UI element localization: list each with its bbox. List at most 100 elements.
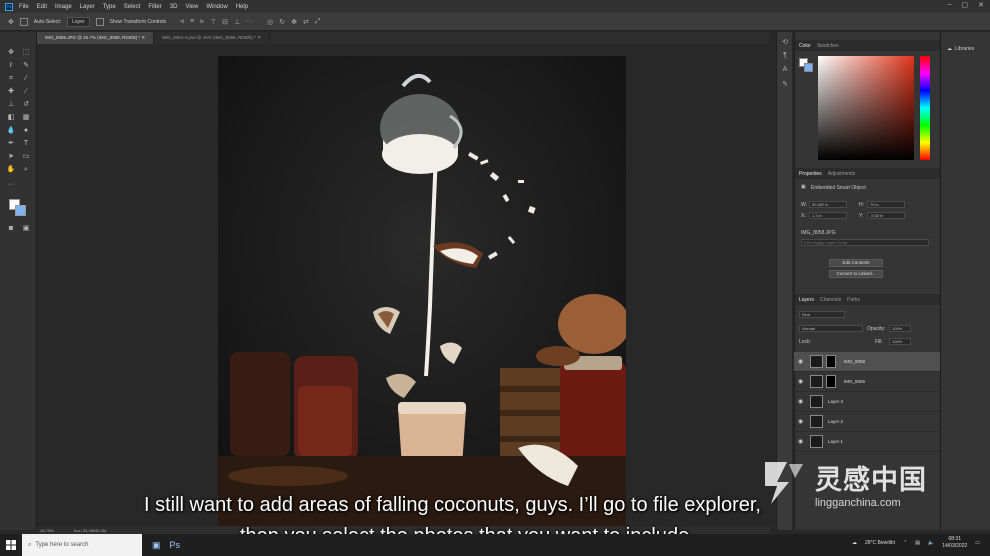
zoom-level[interactable]: 16.79%: [40, 528, 54, 533]
align-bottom-icon[interactable]: ⊥: [234, 18, 240, 26]
crop-icon[interactable]: ⌗: [5, 74, 17, 84]
eye-icon[interactable]: ◉: [798, 358, 803, 365]
layer-row[interactable]: ◉ IMG_8058: [794, 352, 940, 372]
photoshop-taskbar-icon[interactable]: Ps: [170, 540, 181, 551]
tab-swatches[interactable]: Swatches: [817, 43, 839, 49]
opacity-field[interactable]: 100%: [889, 325, 911, 332]
eyedropper-icon[interactable]: ⁄: [20, 74, 32, 84]
layer-row[interactable]: ◉ Layer 2: [794, 412, 940, 432]
auto-select-checkbox[interactable]: [19, 17, 28, 26]
minimize-icon[interactable]: –: [948, 1, 952, 9]
move-icon[interactable]: ✥: [5, 48, 17, 58]
windows-start-button[interactable]: [0, 534, 22, 556]
layer-mask-thumbnail[interactable]: [826, 355, 836, 368]
layer-mask-thumbnail[interactable]: [826, 375, 836, 388]
weather-text[interactable]: 28°C Bewölkt: [865, 540, 895, 546]
pen-icon[interactable]: ✒: [5, 139, 17, 149]
x-field[interactable]: 1.3 in: [809, 212, 847, 219]
menu-image[interactable]: Image: [55, 4, 72, 10]
character-icon[interactable]: A: [780, 66, 790, 76]
tab-channels[interactable]: Channels: [820, 297, 841, 303]
brush-settings-icon[interactable]: ✎: [780, 80, 790, 90]
quick-mask-icon[interactable]: ◙: [5, 224, 17, 234]
height-field[interactable]: 70 in: [867, 201, 905, 208]
tab-color[interactable]: Color: [799, 43, 811, 49]
tab-img-8054[interactable]: IMG_8054-4.psd @ 16% (IMG_8055, RGB/8) *…: [154, 32, 271, 44]
move-tool-icon[interactable]: ✥: [8, 18, 14, 26]
3d-slide-icon[interactable]: ⇄: [303, 18, 309, 26]
more-options-icon[interactable]: ···: [246, 18, 253, 25]
tab-layers[interactable]: Layers: [799, 297, 814, 303]
zoom-icon[interactable]: ⌕: [20, 165, 32, 175]
libraries-tab[interactable]: ☁ Libraries: [947, 46, 974, 52]
blend-mode-select[interactable]: Normal: [799, 325, 863, 332]
layer-row[interactable]: ◉ Layer 3: [794, 392, 940, 412]
taskbar-search[interactable]: ⌕ Type here to search: [22, 534, 142, 556]
menu-filter[interactable]: Filter: [148, 4, 161, 10]
photo-canvas[interactable]: [218, 56, 626, 526]
lasso-icon[interactable]: ℓ: [5, 61, 17, 71]
eraser-icon[interactable]: ◧: [5, 113, 17, 123]
menu-view[interactable]: View: [185, 4, 198, 10]
close-icon[interactable]: ✕: [978, 1, 984, 9]
screen-mode-icon[interactable]: ▣: [20, 224, 32, 234]
eye-icon[interactable]: ◉: [798, 398, 803, 405]
fill-field[interactable]: 100%: [889, 338, 911, 345]
3d-mode-icon[interactable]: ◎: [267, 18, 273, 26]
path-select-icon[interactable]: ➤: [5, 152, 17, 162]
menu-edit[interactable]: Edit: [37, 4, 47, 10]
layer-row[interactable]: ◉ IMG_8055: [794, 372, 940, 392]
menu-layer[interactable]: Layer: [80, 4, 95, 10]
task-view-icon[interactable]: ▣: [152, 540, 161, 551]
layer-filter-kind[interactable]: Kind: [799, 311, 845, 318]
layer-comp-select[interactable]: Don't Apply Layer Comp: [801, 239, 929, 246]
width-field[interactable]: 30.467 in: [809, 201, 847, 208]
history-icon[interactable]: ⟲: [780, 38, 790, 48]
rectangle-icon[interactable]: ▭: [20, 152, 32, 162]
menu-file[interactable]: File: [19, 4, 29, 10]
type-icon[interactable]: T: [20, 139, 32, 149]
menu-window[interactable]: Window: [206, 4, 227, 10]
more-tools-icon[interactable]: ···: [5, 180, 17, 190]
tab-adjustments[interactable]: Adjustments: [828, 171, 856, 177]
notification-icon[interactable]: ▭: [975, 540, 980, 546]
convert-linked-button[interactable]: Convert to Linked...: [829, 270, 883, 278]
hand-icon[interactable]: ✋: [5, 165, 17, 175]
eye-icon[interactable]: ◉: [798, 378, 803, 385]
show-transform-checkbox[interactable]: [95, 17, 104, 26]
network-icon[interactable]: ▤: [915, 540, 920, 546]
y-field[interactable]: -5.52 in: [867, 212, 905, 219]
eye-icon[interactable]: ◉: [798, 438, 803, 445]
align-center-icon[interactable]: ≡: [190, 18, 194, 25]
history-brush-icon[interactable]: ↺: [20, 100, 32, 110]
quick-select-icon[interactable]: ✎: [20, 61, 32, 71]
align-middle-icon[interactable]: ⊟: [222, 18, 228, 26]
menu-3d[interactable]: 3D: [170, 4, 178, 10]
chevron-up-icon[interactable]: ⌃: [903, 540, 907, 546]
artboard-icon[interactable]: ⬚: [20, 48, 32, 58]
hue-slider[interactable]: [920, 56, 930, 160]
color-picker-field[interactable]: [818, 56, 914, 160]
eye-icon[interactable]: ◉: [798, 418, 803, 425]
blur-icon[interactable]: 💧: [5, 126, 17, 136]
tab-paths[interactable]: Paths: [847, 297, 860, 303]
clock[interactable]: 08:31 14/03/2022: [942, 536, 967, 550]
menu-help[interactable]: Help: [236, 4, 248, 10]
maximize-icon[interactable]: ▢: [962, 1, 969, 9]
volume-icon[interactable]: 🔈: [928, 540, 934, 546]
menu-select[interactable]: Select: [124, 4, 141, 10]
menu-type[interactable]: Type: [103, 4, 116, 10]
3d-rotate-icon[interactable]: ↻: [279, 18, 285, 26]
align-left-icon[interactable]: ⫷: [180, 18, 184, 26]
3d-pan-icon[interactable]: ✥: [291, 18, 297, 26]
color-bg-swatch[interactable]: [804, 63, 813, 72]
brush-icon[interactable]: ∕: [20, 87, 32, 97]
align-right-icon[interactable]: ⫸: [200, 18, 204, 26]
align-top-icon[interactable]: ⊤: [210, 18, 216, 26]
tab-img-8056[interactable]: IMG_8056.JPG @ 25.7% (IMG_8058, RGB/8) *…: [37, 32, 155, 44]
paragraph-icon[interactable]: ¶: [780, 52, 790, 62]
healing-brush-icon[interactable]: ✚: [5, 87, 17, 97]
tab-properties[interactable]: Properties: [799, 171, 822, 177]
auto-select-dropdown[interactable]: Layer: [67, 16, 90, 27]
edit-contents-button[interactable]: Edit Contents: [829, 259, 883, 267]
